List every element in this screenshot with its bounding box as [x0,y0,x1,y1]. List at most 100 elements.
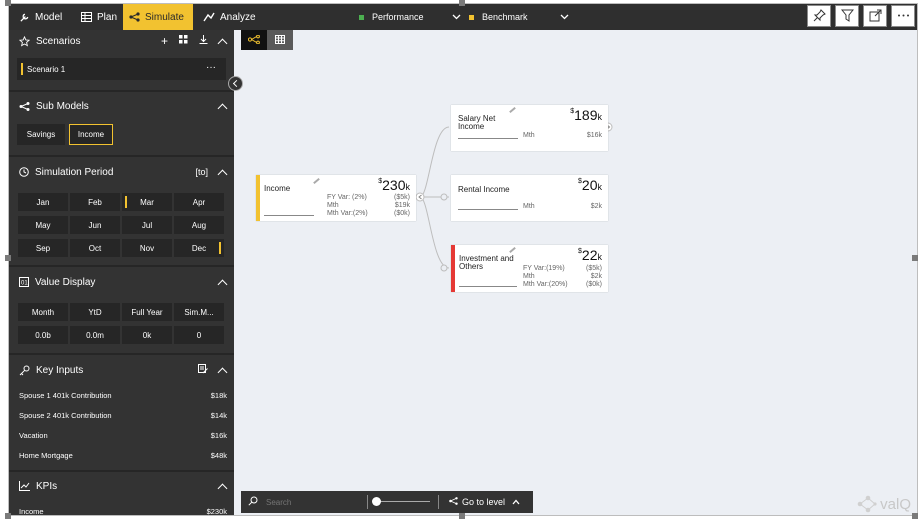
month-cell[interactable]: Apr [174,193,224,211]
month-cell[interactable]: Aug [174,216,224,234]
section-divider [9,90,234,92]
hierarchy-icon [19,101,30,111]
month-cell[interactable]: Jan [18,193,68,211]
value-display-format[interactable]: 0.0m [70,326,120,344]
month-cell[interactable]: May [18,216,68,234]
month-cell[interactable]: Feb [70,193,120,211]
node-rental-income[interactable]: Rental Income $20k Mth $2k [451,175,608,221]
collapse-chevron-icon[interactable] [217,103,228,113]
section-divider [9,353,234,355]
resize-handle[interactable] [459,0,465,6]
collapse-panel-button[interactable] [228,76,243,91]
node-underline [458,138,518,139]
key-input-row[interactable]: Vacation $16k [19,431,227,440]
focus-mode-button[interactable] [863,5,887,27]
collapse-chevron-icon[interactable] [217,38,228,48]
value-display-header[interactable]: Sim.M... [174,303,224,321]
pin-button[interactable] [807,5,831,27]
month-label: May [35,220,51,230]
value-display-icon: 01 [19,277,29,287]
valq-logo-icon [857,495,877,513]
scenario-menu-icon[interactable]: ··· [206,62,216,73]
edit-pencil-icon[interactable] [313,177,320,185]
chevron-down-icon [560,12,569,22]
tab-plan[interactable]: Plan [75,4,123,30]
collapse-chevron-icon[interactable] [217,169,228,179]
submodel-savings[interactable]: Savings [17,124,65,145]
node-underline [458,209,518,210]
key-input-row[interactable]: Home Mortgage $48k [19,451,227,460]
slider-handle[interactable] [372,497,381,506]
value-display-format[interactable]: 0.0b [18,326,68,344]
mth-var-label: Mth Var:(2%) [327,210,368,217]
tab-model[interactable]: Model [13,4,68,30]
key-input-row[interactable]: Spouse 2 401k Contribution $14k [19,411,227,420]
value-display-label: 0 [196,330,202,340]
node-investment-and-others[interactable]: Investment and Others $22k FY Var:(19%) … [451,245,608,292]
value-display-format[interactable]: 0k [122,326,172,344]
resize-handle[interactable] [912,513,918,519]
fy-var-label: FY Var: (2%) [327,194,367,201]
edit-pencil-icon[interactable] [509,246,516,254]
edit-pencil-icon[interactable] [509,106,516,114]
kpi-row[interactable]: Income $230k [19,507,227,515]
tab-analyze[interactable]: Analyze [197,4,262,30]
collapse-chevron-icon[interactable] [217,483,228,493]
mth-value: $16k [586,132,602,139]
left-settings-panel: Scenarios + Scenario 1 ··· Sub Models Sa… [9,30,234,515]
period-mode-badge[interactable]: [to] [195,167,208,177]
value-display-label: 0.0m [86,330,104,340]
benchmark-scenario-dropdown[interactable]: Benchmark [469,4,569,30]
scenario-item[interactable]: Scenario 1 ··· [17,58,226,80]
chevron-up-icon[interactable] [512,498,520,507]
mth-value: $2k [590,203,602,210]
visual-header-toolbar [807,5,915,27]
mth-var-value: ($0k) [394,210,410,217]
node-income[interactable]: Income $230k FY Var: (2%) ($5k) Mth $19k… [256,175,416,221]
model-canvas[interactable]: Income $230k FY Var: (2%) ($5k) Mth $19k… [234,30,917,515]
value-display-format[interactable]: 0 [174,326,224,344]
top-nav-bar: Model Plan Simulate Analyze Performance … [9,4,917,30]
section-title: Scenarios [36,35,81,47]
slider-track [374,501,430,502]
submodel-income[interactable]: Income [69,124,113,145]
tab-simulate[interactable]: Simulate [123,4,193,30]
filter-button[interactable] [835,5,859,27]
resize-handle[interactable] [459,513,465,519]
section-title: Sub Models [36,100,89,112]
edit-list-icon[interactable] [198,363,208,377]
month-cell-range-start[interactable]: Mar [122,193,172,211]
grid-settings-icon[interactable] [179,35,188,47]
month-cell[interactable]: Oct [70,239,120,257]
resize-handle[interactable] [5,513,11,519]
month-cell-range-end[interactable]: Dec [174,239,224,257]
resize-handle[interactable] [912,255,918,261]
month-cell[interactable]: Jul [122,216,172,234]
search-input[interactable] [266,494,361,510]
value-display-header-selected[interactable]: Full Year [122,303,172,321]
collapse-chevron-icon[interactable] [217,367,228,377]
performance-scenario-dropdown[interactable]: Performance [359,4,461,30]
node-value: $230k [378,178,410,194]
resize-handle[interactable] [5,255,11,261]
pin-icon [813,8,826,24]
key-input-row[interactable]: Spouse 1 401k Contribution $18k [19,391,227,400]
more-options-button[interactable] [891,5,915,27]
month-cell[interactable]: Sep [18,239,68,257]
node-salary-net-income[interactable]: Salary Net Income $189k Mth $16k [451,105,608,151]
node-value: $189k [570,108,602,124]
value-display-header[interactable]: YtD [70,303,120,321]
month-cell[interactable]: Nov [122,239,172,257]
value-display-header[interactable]: Month [18,303,68,321]
add-icon[interactable]: + [161,34,168,48]
key-input-value: $18k [210,391,227,400]
search-icon [248,496,258,508]
month-cell[interactable]: Jun [70,216,120,234]
go-to-level-button[interactable]: Go to level [462,497,505,507]
zoom-slider[interactable] [372,496,430,508]
resize-handle[interactable] [5,0,11,6]
month-label: Jul [141,220,153,230]
collapse-chevron-icon[interactable] [217,279,228,289]
key-icon [19,365,30,376]
download-icon[interactable] [199,35,208,47]
